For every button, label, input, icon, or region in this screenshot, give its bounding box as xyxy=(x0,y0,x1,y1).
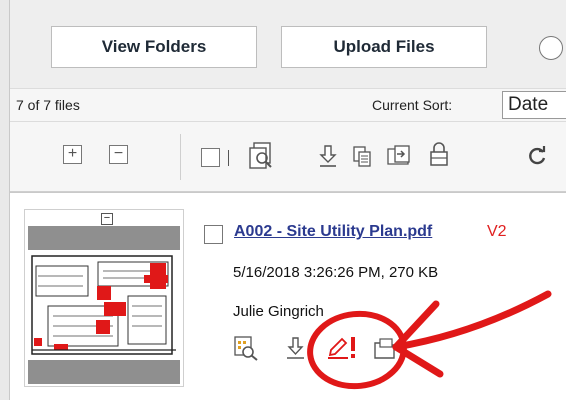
top-action-bar: View Folders Upload Files xyxy=(10,0,566,88)
toolbar-separator xyxy=(228,150,229,166)
search-document-icon[interactable] xyxy=(248,141,278,171)
file-thumbnail[interactable]: − xyxy=(24,209,184,387)
file-select-checkbox[interactable] xyxy=(204,225,223,244)
file-version-badge[interactable]: V2 xyxy=(487,223,507,241)
toolbar-divider xyxy=(180,134,181,180)
select-all-checkbox[interactable] xyxy=(201,148,220,167)
view-mode-radio[interactable] xyxy=(539,36,563,60)
lock-icon[interactable] xyxy=(428,142,450,166)
status-bar: 7 of 7 files Current Sort: Date xyxy=(10,88,566,122)
refresh-icon[interactable] xyxy=(526,144,548,168)
file-date-size: 5/16/2018 3:26:26 PM, 270 KB xyxy=(233,264,439,281)
move-to-folder-icon[interactable] xyxy=(386,143,412,167)
left-frame-border xyxy=(0,0,10,400)
folder-icon[interactable] xyxy=(372,335,398,361)
download-icon[interactable] xyxy=(317,144,339,168)
sort-select[interactable]: Date xyxy=(502,91,566,119)
collapse-thumbnail-icon[interactable]: − xyxy=(101,213,113,225)
upload-files-button[interactable]: Upload Files xyxy=(281,26,487,68)
file-count-label: 7 of 7 files xyxy=(16,97,80,113)
file-list-item: − A002 - Site Utility Plan.pdf V2 5/16/2… xyxy=(10,192,566,401)
preview-icon[interactable] xyxy=(233,335,259,361)
file-toolbar: + − xyxy=(10,122,566,192)
file-author: Julie Gingrich xyxy=(233,303,324,320)
collapse-all-icon[interactable]: − xyxy=(109,145,128,164)
site-plan-preview-image xyxy=(28,226,180,384)
expand-all-icon[interactable]: + xyxy=(63,145,82,164)
copy-icon[interactable] xyxy=(351,144,373,168)
download-icon[interactable] xyxy=(283,335,309,361)
edit-with-alert-icon[interactable] xyxy=(326,335,360,361)
view-folders-button[interactable]: View Folders xyxy=(51,26,257,68)
file-name-link[interactable]: A002 - Site Utility Plan.pdf xyxy=(234,223,432,241)
current-sort-label: Current Sort: xyxy=(372,97,453,113)
file-manager-panel: View Folders Upload Files 7 of 7 files C… xyxy=(10,0,566,401)
